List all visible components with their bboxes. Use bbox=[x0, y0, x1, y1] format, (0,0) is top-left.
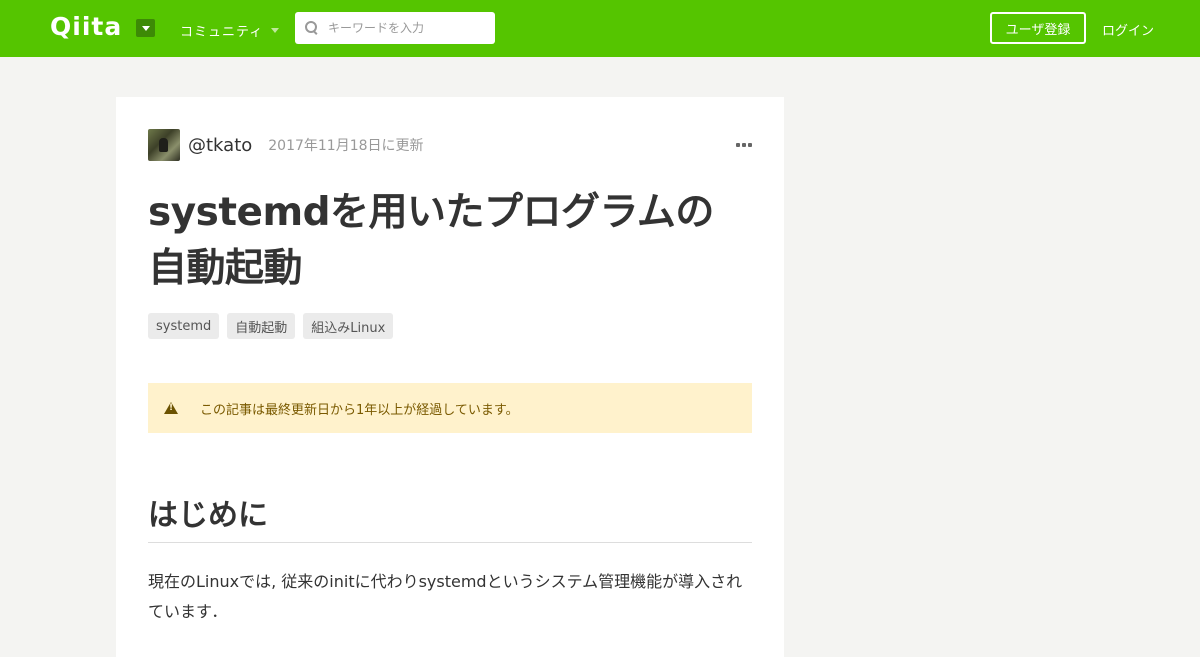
updated-date: 2017年11月18日に更新 bbox=[268, 138, 424, 154]
signup-button[interactable]: ユーザ登録 bbox=[990, 12, 1086, 44]
logo-dropdown-button[interactable] bbox=[136, 19, 155, 37]
article-card: @tkato 2017年11月18日に更新 systemdを用いたプログラムの自… bbox=[116, 97, 784, 657]
caret-down-icon bbox=[271, 27, 280, 33]
tag-embedded-linux[interactable]: 組込みLinux bbox=[303, 313, 394, 339]
body-paragraph: 現在のLinuxでは, 従来のinitに代わりsystemdというシステム管理機… bbox=[148, 572, 743, 621]
tag-autostart[interactable]: 自動起動 bbox=[227, 313, 296, 339]
tag-list: systemd 自動起動 組込みLinux bbox=[148, 313, 394, 339]
author-name[interactable]: @tkato bbox=[188, 135, 252, 156]
warning-icon bbox=[164, 402, 178, 414]
search-icon bbox=[305, 21, 319, 35]
logo-text: Qiita bbox=[50, 12, 123, 41]
article-title: systemdを用いたプログラムの自動起動 bbox=[148, 190, 714, 291]
avatar[interactable] bbox=[148, 129, 180, 161]
search-box[interactable] bbox=[295, 12, 495, 44]
section-heading: はじめに bbox=[148, 493, 752, 543]
author-info: @tkato 2017年11月18日に更新 bbox=[148, 129, 424, 161]
outdated-notice: この記事は最終更新日から1年以上が経過しています。 bbox=[148, 383, 752, 433]
community-menu[interactable]: コミュニティ bbox=[180, 21, 280, 40]
qiita-logo[interactable]: Qiita bbox=[50, 14, 122, 40]
more-options-icon[interactable] bbox=[736, 140, 752, 150]
login-link[interactable]: ログイン bbox=[1102, 20, 1154, 39]
search-input[interactable] bbox=[328, 21, 478, 35]
community-label: コミュニティ bbox=[180, 24, 264, 40]
top-nav-bar: Qiita コミュニティ ユーザ登録 ログイン bbox=[0, 0, 1200, 57]
caret-down-icon bbox=[141, 25, 150, 31]
tag-systemd[interactable]: systemd bbox=[148, 313, 220, 339]
notice-text: この記事は最終更新日から1年以上が経過しています。 bbox=[200, 402, 519, 418]
